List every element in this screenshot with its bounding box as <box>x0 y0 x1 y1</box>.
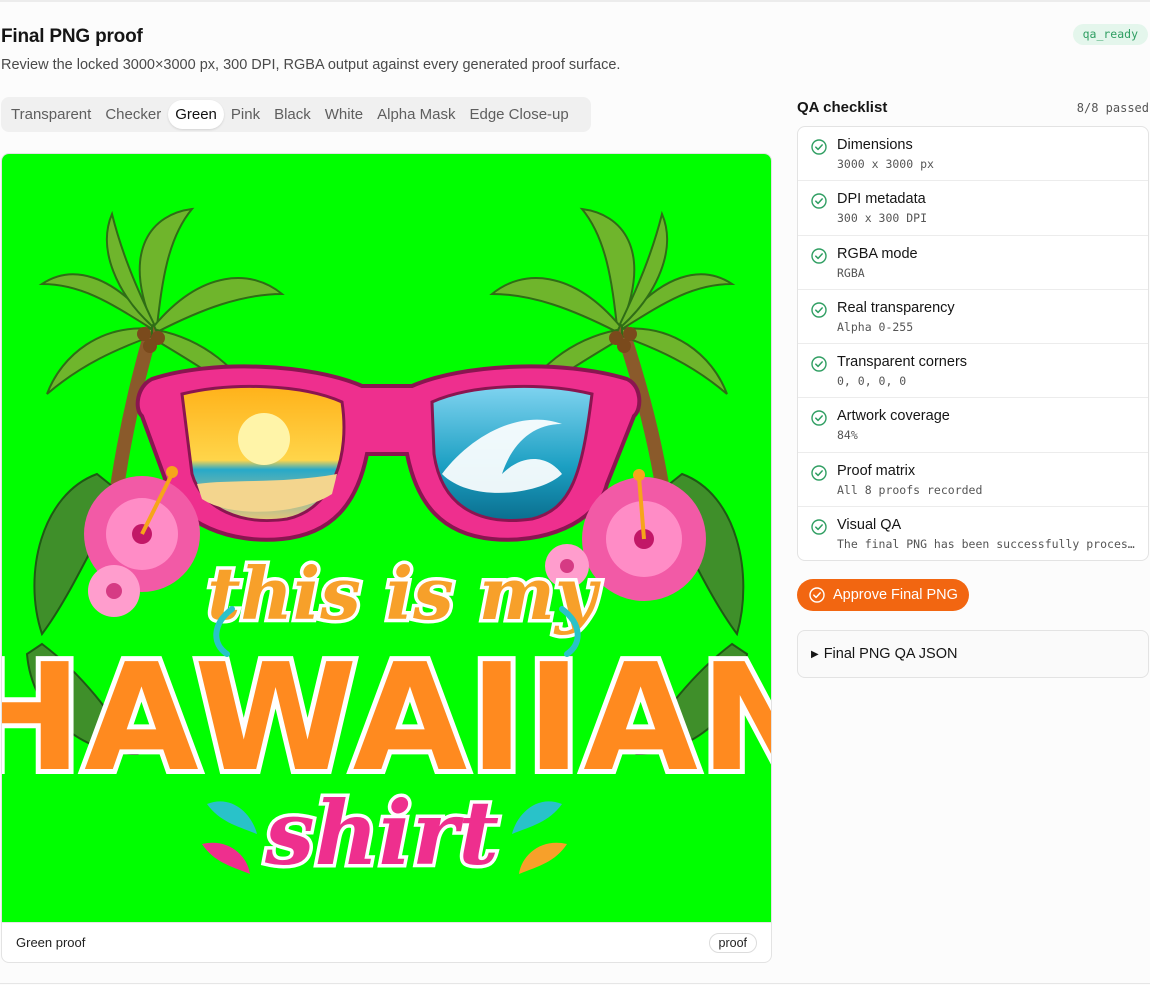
check-detail: The final PNG has been successfully proc… <box>837 536 1137 551</box>
approve-button-label: Approve Final PNG <box>833 587 958 603</box>
qa-title: QA checklist <box>797 99 888 116</box>
check-circle-icon <box>811 302 827 318</box>
check-label: Proof matrix <box>837 462 916 479</box>
check-detail: 300 x 300 DPI <box>837 211 928 226</box>
artwork-line-2-group: HAWAIIAN <box>2 627 771 809</box>
artwork-line-2: HAWAIIAN <box>2 632 771 804</box>
qa-json-label: Final PNG QA JSON <box>823 646 958 662</box>
check-detail: RGBA <box>837 265 865 280</box>
tab-transparent[interactable]: Transparent <box>4 100 98 129</box>
check-item-rgba: RGBA mode RGBA <box>798 236 1148 290</box>
qa-pass-count: 8/8 passed <box>1076 101 1149 115</box>
check-item-dpi: DPI metadata 300 x 300 DPI <box>798 181 1148 236</box>
tab-black[interactable]: Black <box>267 100 318 129</box>
check-item-dimensions: Dimensions 3000 x 3000 px <box>798 127 1148 182</box>
qa-header: QA checklist 8/8 passed <box>797 99 1149 116</box>
check-circle-icon <box>809 587 825 603</box>
check-circle-icon <box>811 464 827 481</box>
tab-alpha-mask[interactable]: Alpha Mask <box>370 100 462 129</box>
approve-final-png-button[interactable]: Approve Final PNG <box>797 579 969 611</box>
proof-label: Green proof <box>16 935 86 950</box>
artwork-line-3: shirt <box>264 781 499 885</box>
check-detail: All 8 proofs recorded <box>837 482 983 497</box>
check-circle-icon <box>811 356 827 372</box>
check-circle-icon <box>811 519 827 535</box>
status-badge: qa_ready <box>1072 24 1148 45</box>
tab-white[interactable]: White <box>318 100 370 129</box>
check-detail: 0, 0, 0, 0 <box>837 374 907 388</box>
bottom-divider <box>0 983 1150 984</box>
tab-edge-close-up[interactable]: Edge Close-up <box>462 100 575 129</box>
check-item-visual-qa: Visual QA The final PNG has been success… <box>798 507 1148 560</box>
tab-checker[interactable]: Checker <box>98 100 168 129</box>
check-label: RGBA mode <box>837 245 918 262</box>
check-label: Real transparency <box>837 299 955 316</box>
artwork-line-1: this is my <box>207 551 601 636</box>
page-title: Final PNG proof <box>1 26 143 47</box>
check-item-proof-matrix: Proof matrix All 8 proofs recorded <box>798 453 1148 507</box>
check-circle-icon <box>811 139 827 155</box>
check-detail: 3000 x 3000 px <box>837 157 934 171</box>
check-label: Artwork coverage <box>837 408 950 425</box>
preview-footer: Green proof proof <box>2 922 771 962</box>
check-circle-icon <box>811 193 827 209</box>
qa-json-disclosure[interactable]: ▶ Final PNG QA JSON <box>797 630 1149 678</box>
check-label: Dimensions <box>837 137 913 153</box>
check-label: DPI metadata <box>837 191 926 208</box>
qa-checklist: Dimensions 3000 x 3000 px DPI metadata 3… <box>797 126 1149 561</box>
tab-pink[interactable]: Pink <box>224 100 267 129</box>
check-item-corners: Transparent corners 0, 0, 0, 0 <box>798 344 1148 399</box>
sunglasses <box>135 364 642 542</box>
check-item-coverage: Artwork coverage 84% <box>798 398 1148 453</box>
proof-preview-card: this is my HAWAIIAN shirt Green proof pr… <box>1 153 772 963</box>
check-label: Transparent corners <box>837 354 968 370</box>
check-label: Visual QA <box>837 516 902 533</box>
check-circle-icon <box>811 410 827 426</box>
proof-tag: proof <box>708 932 757 953</box>
check-detail: 84% <box>837 428 858 443</box>
tab-green[interactable]: Green <box>168 100 224 129</box>
proof-tabs: Transparent Checker Green Pink Black Whi… <box>1 97 591 132</box>
top-divider <box>0 0 1150 2</box>
check-circle-icon <box>811 247 827 264</box>
caret-right-icon: ▶ <box>811 648 819 660</box>
proof-canvas: this is my HAWAIIAN shirt <box>2 154 771 922</box>
proof-artwork: this is my HAWAIIAN shirt <box>2 207 771 889</box>
page-subtitle: Review the locked 3000×3000 px, 300 DPI,… <box>1 57 621 73</box>
check-detail: Alpha 0-255 <box>837 319 914 334</box>
check-item-transparency: Real transparency Alpha 0-255 <box>798 290 1148 344</box>
